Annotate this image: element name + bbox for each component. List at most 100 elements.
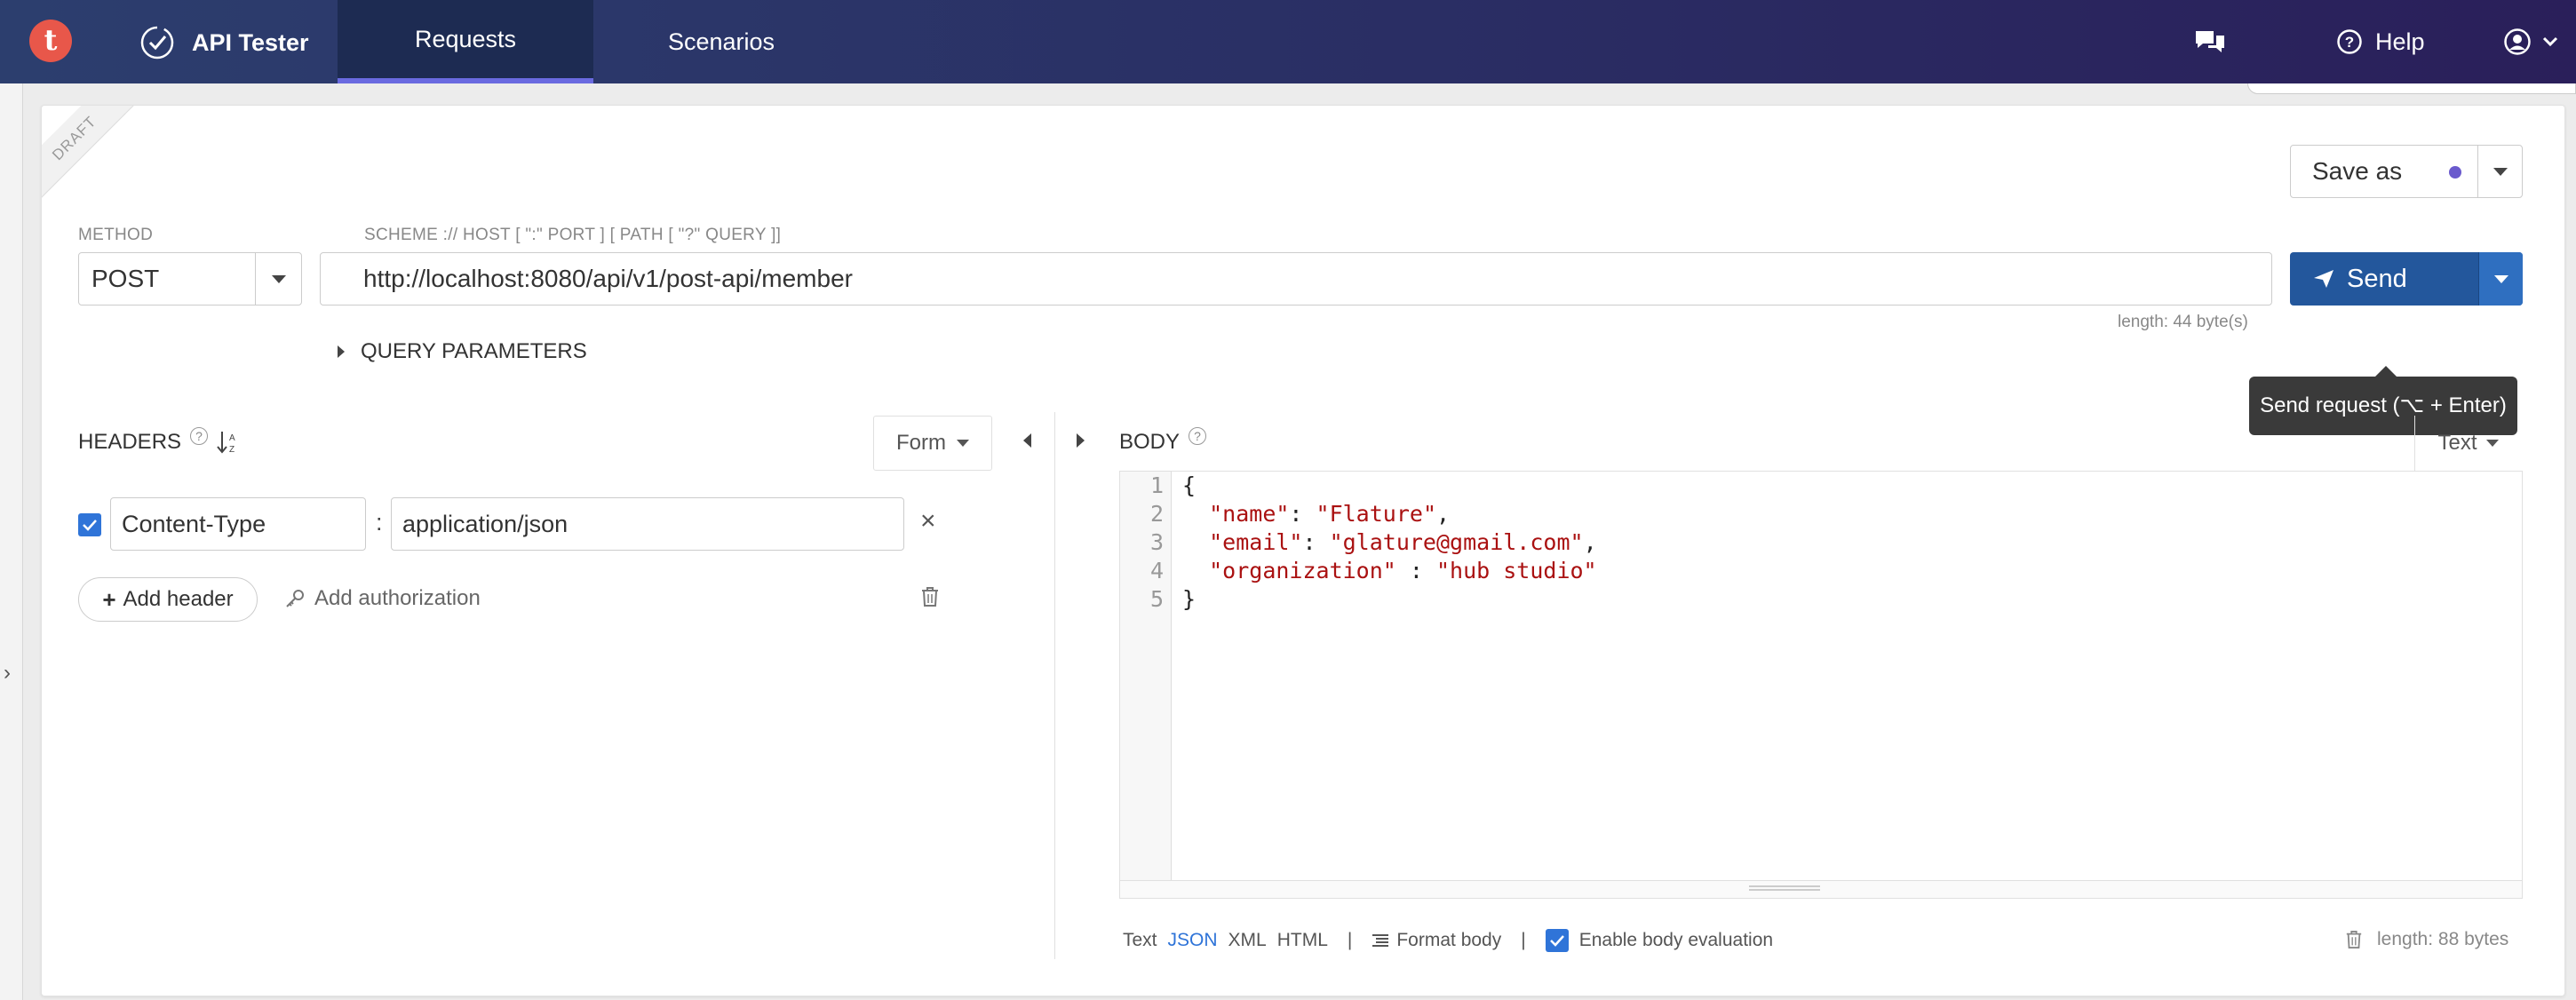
url-format-label: SCHEME :// HOST [ ":" PORT ] [ PATH [ "?… (364, 226, 782, 244)
app-name: API Tester (192, 28, 309, 56)
svg-text:Z: Z (229, 445, 235, 455)
account-menu[interactable] (2503, 0, 2558, 83)
check-icon (83, 520, 97, 531)
format-body-button[interactable]: Format body (1371, 930, 1501, 951)
enable-evaluation-checkbox[interactable] (1545, 929, 1569, 952)
app-logo[interactable]: t (29, 20, 72, 62)
code-content[interactable]: { "name": "Flature", "email": "glature@g… (1182, 472, 1597, 614)
add-header-button[interactable]: + Add header (78, 577, 258, 622)
svg-text:A: A (229, 433, 235, 443)
svg-text:?: ? (2345, 34, 2354, 51)
app-brand[interactable]: API Tester (139, 24, 309, 61)
tab-scenarios[interactable]: Scenarios (622, 0, 821, 83)
user-circle-icon (2504, 28, 2531, 55)
plus-icon: + (102, 585, 116, 613)
line-number: 3 (1149, 529, 1164, 555)
save-as-dropdown-toggle[interactable] (2477, 146, 2522, 197)
body-format-bar: Text JSON XML HTML | Format body | Enabl… (1123, 929, 1773, 952)
key-icon (286, 590, 304, 607)
collapse-right-button[interactable] (1077, 433, 1085, 448)
line-number: 4 (1149, 558, 1164, 583)
save-as-label: Save as (2312, 157, 2403, 185)
save-as-button[interactable]: Save as (2290, 145, 2523, 198)
line-number-gutter: 1 2 3 4 5 (1120, 472, 1172, 898)
format-html[interactable]: HTML (1277, 930, 1328, 951)
editor-resize-bar[interactable] (1120, 880, 2522, 898)
code-line: } (1182, 586, 1197, 612)
collapse-left-button[interactable] (1023, 433, 1031, 448)
separator: | (1521, 930, 1526, 950)
body-title: BODY ? (1119, 427, 1207, 455)
send-label: Send (2347, 264, 2407, 293)
check-badge-icon (140, 26, 174, 60)
check-icon (1549, 935, 1564, 947)
format-json[interactable]: JSON (1168, 930, 1218, 951)
caret-down-icon (2485, 440, 2499, 447)
trash-icon[interactable] (920, 586, 940, 612)
add-authorization-button[interactable]: Add authorization (284, 586, 481, 611)
headers-label: HEADERS (78, 430, 182, 454)
panel-divider[interactable] (1054, 412, 1055, 959)
code-line: "organization" : "hub studio" (1209, 558, 1597, 583)
format-text[interactable]: Text (1123, 930, 1157, 951)
caret-right-icon (1077, 433, 1085, 448)
top-nav: t API Tester Requests Scenarios ? Help (0, 0, 2576, 83)
caret-down-icon (271, 274, 286, 283)
remove-header-icon[interactable]: × (920, 506, 936, 536)
line-number: 2 (1149, 501, 1164, 527)
format-body-label: Format body (1396, 930, 1502, 950)
enable-evaluation-label: Enable body evaluation (1578, 930, 1774, 950)
sidebar-collapse-strip[interactable]: › (0, 83, 23, 1000)
caret-left-icon (1023, 433, 1031, 448)
line-number: 5 (1149, 586, 1164, 612)
method-dropdown-toggle[interactable] (255, 253, 301, 305)
line-number: 1 (1149, 472, 1164, 498)
caret-down-icon (2493, 167, 2508, 176)
body-length: length: 88 bytes (2377, 929, 2509, 949)
method-label: METHOD (78, 226, 154, 244)
body-editor[interactable]: 1 2 3 4 5 { "name": "Flature", "email": … (1119, 471, 2523, 899)
help-circle-icon[interactable]: ? (1189, 427, 1207, 445)
url-input[interactable]: http://localhost:8080/api/v1/post-api/me… (320, 252, 2272, 306)
method-value: POST (91, 265, 160, 292)
send-dropdown-toggle[interactable] (2478, 252, 2523, 306)
help-label: Help (2375, 28, 2425, 55)
help-button[interactable]: ? Help (2336, 0, 2425, 83)
header-enabled-checkbox[interactable] (78, 513, 101, 536)
header-separator: : (376, 509, 383, 536)
headers-title: HEADERS ? AZ (78, 427, 240, 455)
trash-icon[interactable] (2345, 930, 2363, 949)
enable-evaluation-toggle[interactable]: Enable body evaluation (1545, 929, 1774, 952)
add-authorization-label: Add authorization (314, 586, 481, 610)
chat-icon[interactable] (2194, 0, 2233, 83)
tab-requests[interactable]: Requests (338, 0, 593, 83)
code-line: "name": "Flature", (1209, 501, 1451, 527)
chevron-right-icon[interactable]: › (4, 661, 11, 686)
text-mode-label: Text (2437, 431, 2477, 455)
header-key-input[interactable]: Content-Type (110, 497, 366, 551)
draft-ribbon: DRAFT (42, 106, 141, 205)
notification-panel-edge (2247, 83, 2576, 94)
body-text-mode-toggle[interactable]: Text (2414, 416, 2521, 471)
help-circle-icon[interactable]: ? (190, 427, 209, 445)
method-select[interactable]: POST (78, 252, 302, 306)
query-parameters-toggle[interactable]: QUERY PARAMETERS (338, 339, 587, 364)
send-button[interactable]: Send (2290, 252, 2523, 306)
form-label: Form (896, 431, 946, 455)
headers-form-toggle[interactable]: Form (873, 416, 992, 471)
body-label: BODY (1119, 430, 1181, 454)
paper-plane-icon (2314, 270, 2334, 288)
query-parameters-label: QUERY PARAMETERS (361, 339, 587, 363)
body-meta: length: 88 bytes (2345, 929, 2508, 950)
code-line: "email": "glature@gmail.com", (1209, 529, 1597, 555)
chevron-down-icon (2542, 36, 2558, 47)
add-header-label: Add header (123, 587, 234, 611)
url-length: length: 44 byte(s) (2118, 313, 2248, 331)
resize-grip-icon[interactable] (1749, 885, 1820, 891)
caret-down-icon (957, 440, 969, 447)
caret-down-icon (2493, 274, 2508, 283)
header-value-input[interactable]: application/json (391, 497, 904, 551)
sort-alpha-icon[interactable]: AZ (217, 430, 240, 455)
unsaved-dot-icon (2449, 166, 2461, 179)
format-xml[interactable]: XML (1228, 930, 1267, 951)
